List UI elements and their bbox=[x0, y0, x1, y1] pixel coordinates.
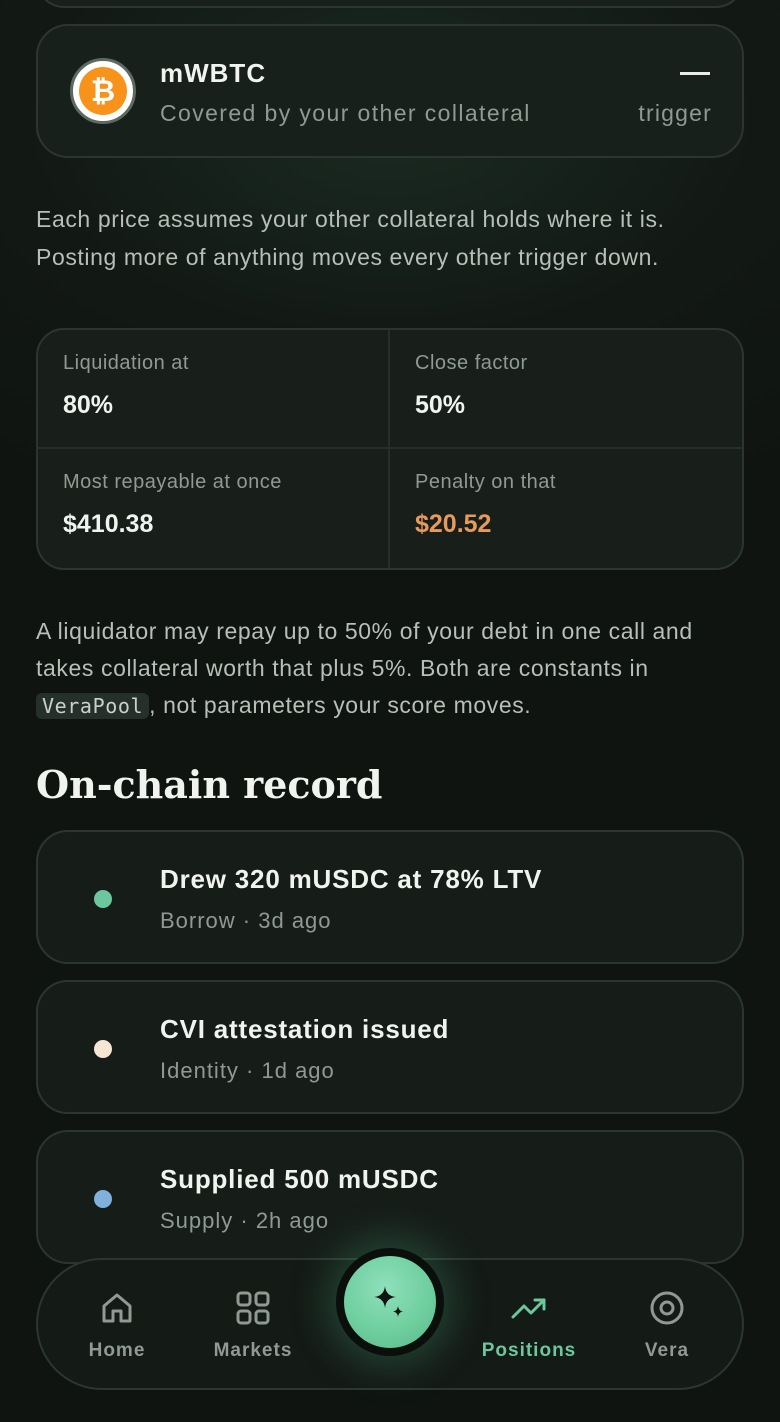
nav-home[interactable]: Home bbox=[62, 1260, 172, 1388]
record-item-supply[interactable]: Supplied 500 mUSDC Supply · 2h ago bbox=[36, 1130, 744, 1264]
penalty-cell: Penalty on that $20.52 bbox=[390, 449, 742, 568]
nav-home-label: Home bbox=[88, 1340, 146, 1361]
nav-markets[interactable]: Markets bbox=[198, 1260, 308, 1388]
record-title: Supplied 500 mUSDC bbox=[160, 1164, 439, 1194]
status-dot bbox=[94, 1190, 112, 1208]
home-icon bbox=[102, 1293, 132, 1323]
bitcoin-symbol: ₿ bbox=[79, 67, 127, 115]
asset-subtitle: Covered by your other collateral bbox=[160, 100, 531, 126]
trending-up-icon bbox=[511, 1298, 546, 1319]
nav-positions-label: Positions bbox=[481, 1340, 577, 1361]
penalty-value: $20.52 bbox=[415, 510, 492, 538]
record-subtitle: Supply · 2h ago bbox=[160, 1208, 330, 1233]
penalty-label: Penalty on that bbox=[415, 471, 556, 493]
liquidation-label: Liquidation at bbox=[63, 352, 189, 374]
record-subtitle: Identity · 1d ago bbox=[160, 1058, 335, 1083]
asset-name: mWBTC bbox=[160, 58, 267, 88]
liquidation-value: 80% bbox=[63, 391, 114, 419]
trigger-label: trigger bbox=[638, 100, 712, 126]
record-subtitle: Borrow · 3d ago bbox=[160, 908, 332, 933]
close-factor-value: 50% bbox=[415, 391, 466, 419]
trigger-value-dash bbox=[680, 72, 710, 75]
max-repay-label: Most repayable at once bbox=[63, 471, 282, 493]
record-title: Drew 320 mUSDC at 78% LTV bbox=[160, 864, 543, 894]
nav-vera-label: Vera bbox=[644, 1340, 690, 1361]
close-factor-label: Close factor bbox=[415, 352, 528, 374]
record-item-borrow[interactable]: Drew 320 mUSDC at 78% LTV Borrow · 3d ag… bbox=[36, 830, 744, 964]
liquidation-params-grid: Liquidation at 80% Close factor 50% Most… bbox=[36, 328, 744, 570]
max-repay-value: $410.38 bbox=[63, 510, 154, 538]
grid-icon bbox=[236, 1291, 270, 1325]
record-item-identity[interactable]: CVI attestation issued Identity · 1d ago bbox=[36, 980, 744, 1114]
liquidator-note-text: A liquidator may repay up to 50% of your… bbox=[36, 618, 693, 681]
nav-positions[interactable]: Positions bbox=[474, 1260, 584, 1388]
assistant-fab[interactable] bbox=[336, 1248, 444, 1356]
status-dot bbox=[94, 1040, 112, 1058]
close-factor-cell: Close factor 50% bbox=[390, 330, 742, 449]
assistant-fab-button[interactable] bbox=[344, 1256, 436, 1348]
record-title: CVI attestation issued bbox=[160, 1014, 450, 1044]
collateral-asset-card[interactable]: ₿ mWBTC Covered by your other collateral… bbox=[36, 24, 744, 158]
previous-card-edge bbox=[36, 0, 744, 8]
trigger-explainer: Each price assumes your other collateral… bbox=[36, 206, 665, 270]
nav-vera[interactable]: Vera bbox=[612, 1260, 722, 1388]
liquidator-note-tail: , not parameters your score moves. bbox=[149, 692, 532, 718]
sparkle-icon bbox=[374, 1286, 403, 1317]
target-icon bbox=[650, 1291, 684, 1325]
liquidation-threshold-cell: Liquidation at 80% bbox=[38, 330, 390, 449]
nav-markets-label: Markets bbox=[213, 1340, 293, 1361]
onchain-record-title: On-chain record bbox=[36, 762, 383, 807]
status-dot bbox=[94, 890, 112, 908]
bitcoin-icon: ₿ bbox=[70, 58, 136, 124]
contract-name-code: VeraPool bbox=[36, 693, 150, 719]
max-repay-cell: Most repayable at once $410.38 bbox=[38, 449, 390, 568]
liquidator-note: A liquidator may repay up to 50% of your… bbox=[36, 613, 744, 725]
